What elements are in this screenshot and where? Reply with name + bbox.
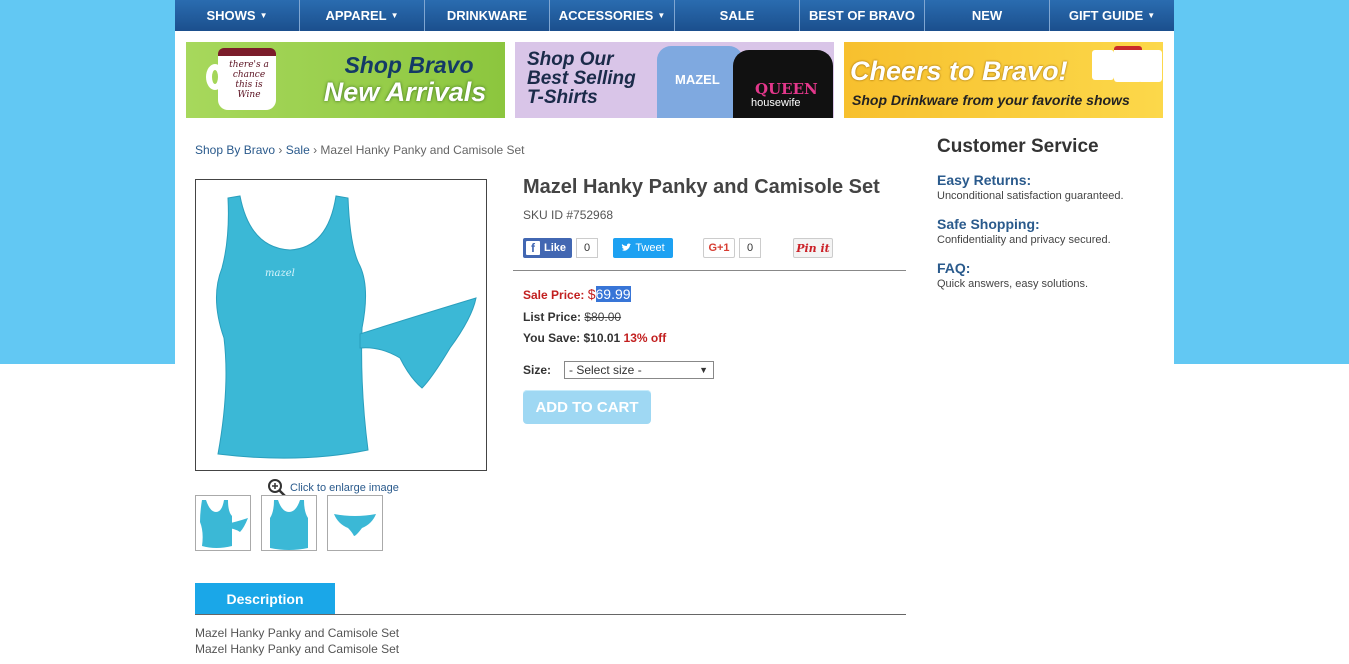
tshirt-image: QUEEN housewife bbox=[733, 50, 833, 118]
size-label: Size: bbox=[523, 363, 552, 377]
nav-label: BEST OF BRAVO bbox=[809, 8, 915, 23]
you-save-percent: 13% off bbox=[623, 331, 667, 345]
chevron-down-icon: ▼ bbox=[657, 11, 666, 20]
main-nav: SHOWS ▼ APPAREL ▼ DRINKWARE ACCESSORIES ▼ S… bbox=[175, 0, 1174, 31]
banner-drinkware[interactable]: Cheers to Bravo! Shop Drinkware from you… bbox=[844, 42, 1163, 118]
easy-returns-link[interactable]: Easy Returns: bbox=[937, 172, 1031, 188]
nav-sale[interactable]: SALE bbox=[675, 0, 800, 31]
divider bbox=[195, 614, 906, 615]
description-text: Mazel Hanky Panky and Camisole Set bbox=[195, 626, 400, 640]
nav-shows[interactable]: SHOWS ▼ bbox=[175, 0, 300, 31]
tweet-label: Tweet bbox=[635, 242, 665, 254]
list-price-label: List Price: bbox=[523, 310, 585, 324]
faq-link[interactable]: FAQ: bbox=[937, 260, 970, 276]
nav-gift-guide[interactable]: GIFT GUIDE ▼ bbox=[1050, 0, 1174, 31]
breadcrumb-current: Mazel Hanky Panky and Camisole Set bbox=[320, 143, 525, 157]
chevron-down-icon: ▼ bbox=[259, 11, 268, 20]
banner-subtitle: Shop Drinkware from your favorite shows bbox=[852, 92, 1130, 108]
nav-best-of-bravo[interactable]: BEST OF BRAVO bbox=[800, 0, 925, 31]
page-container: SHOWS ▼ APPAREL ▼ DRINKWARE ACCESSORIES ▼ S… bbox=[175, 0, 1174, 664]
banner-title: Shop Bravo bbox=[344, 52, 474, 78]
tshirt-text: MAZEL bbox=[675, 72, 720, 87]
tweet-button[interactable]: Tweet bbox=[613, 238, 673, 258]
thong-thumbnail bbox=[334, 514, 376, 536]
tshirt-text: QUEEN bbox=[755, 80, 818, 98]
tshirt-image: MAZEL bbox=[657, 46, 743, 118]
thumbnail-1[interactable] bbox=[195, 495, 251, 551]
you-save-label: You Save: bbox=[523, 331, 584, 345]
you-save-value: $10.01 bbox=[583, 331, 624, 345]
facebook-icon: f bbox=[526, 241, 540, 255]
dropdown-arrow-icon: ▼ bbox=[699, 365, 708, 375]
breadcrumb-separator: › bbox=[309, 143, 321, 157]
pinterest-share: Pin it bbox=[793, 238, 833, 258]
faq-desc: Quick answers, easy solutions. bbox=[937, 278, 1089, 290]
product-sku: SKU ID #752968 bbox=[523, 208, 614, 222]
tshirt-text: housewife bbox=[751, 97, 801, 109]
cup-image bbox=[1092, 50, 1114, 80]
camisole-thumbnail bbox=[270, 500, 308, 550]
sale-price-label: Sale Price: bbox=[523, 288, 588, 302]
google-plus-count: 0 bbox=[739, 238, 761, 258]
nav-new[interactable]: NEW bbox=[925, 0, 1050, 31]
thumbnail-3[interactable] bbox=[327, 495, 383, 551]
thumbnail-2[interactable] bbox=[261, 495, 317, 551]
google-plus-share: G+1 0 bbox=[703, 238, 761, 258]
cup-image bbox=[1138, 50, 1162, 82]
twitter-share: Tweet bbox=[613, 238, 673, 258]
svg-text:mazel: mazel bbox=[265, 268, 295, 279]
safe-shopping-desc: Confidentiality and privacy secured. bbox=[937, 234, 1111, 246]
facebook-like: f Like 0 bbox=[523, 238, 599, 258]
product-main-image[interactable]: mazel bbox=[195, 179, 487, 471]
you-save: You Save: $10.01 13% off bbox=[523, 331, 666, 345]
nav-label: SHOWS bbox=[206, 8, 256, 23]
chevron-down-icon: ▼ bbox=[1147, 11, 1156, 20]
banner-new-arrivals[interactable]: there's a chance this is Wine Shop Bravo… bbox=[186, 42, 505, 118]
mug-handle bbox=[206, 64, 224, 90]
size-select[interactable]: - Select size - ▼ bbox=[564, 361, 714, 379]
facebook-like-button[interactable]: f Like bbox=[523, 238, 573, 258]
safe-shopping-link[interactable]: Safe Shopping: bbox=[937, 216, 1040, 232]
camisole-image: mazel bbox=[215, 195, 477, 459]
banner-title: Shop Our Best Selling T-Shirts bbox=[527, 49, 636, 108]
breadcrumb-separator: › bbox=[275, 143, 286, 157]
list-price: List Price: $80.00 bbox=[523, 310, 621, 324]
facebook-like-count: 0 bbox=[576, 238, 599, 258]
easy-returns-desc: Unconditional satisfaction guaranteed. bbox=[937, 190, 1124, 202]
nav-label: DRINKWARE bbox=[446, 8, 528, 23]
divider bbox=[513, 270, 906, 271]
nav-label: NEW bbox=[971, 8, 1003, 23]
breadcrumb-home[interactable]: Shop By Bravo bbox=[195, 143, 275, 157]
chevron-down-icon: ▼ bbox=[390, 11, 399, 20]
google-plus-button[interactable]: G+1 bbox=[703, 238, 735, 258]
mug-text: there's a chance this is Wine bbox=[229, 60, 269, 100]
banner-title: Cheers to Bravo! bbox=[850, 56, 1068, 86]
nav-label: GIFT GUIDE bbox=[1068, 8, 1144, 23]
sale-price-currency: $ bbox=[587, 286, 596, 302]
add-to-cart-button[interactable]: ADD TO CART bbox=[523, 390, 651, 424]
nav-label: SALE bbox=[719, 8, 755, 23]
camisole-thumbnail bbox=[200, 500, 248, 548]
nav-apparel[interactable]: APPAREL ▼ bbox=[300, 0, 425, 31]
banner-best-selling-tshirts[interactable]: Shop Our Best Selling T-Shirts MAZEL QUE… bbox=[515, 42, 834, 118]
tab-description[interactable]: Description bbox=[195, 583, 335, 614]
breadcrumb-sale[interactable]: Sale bbox=[286, 143, 310, 157]
nav-label: APPAREL bbox=[325, 8, 387, 23]
banner-subtitle: New Arrivals bbox=[323, 77, 487, 107]
enlarge-label: Click to enlarge image bbox=[290, 481, 399, 494]
breadcrumb: Shop By Bravo › Sale › Mazel Hanky Panky… bbox=[195, 143, 525, 157]
product-title: Mazel Hanky Panky and Camisole Set bbox=[523, 176, 880, 198]
description-text: Mazel Hanky Panky and Camisole Set bbox=[195, 642, 400, 656]
customer-service-title: Customer Service bbox=[937, 136, 1099, 157]
sale-price: Sale Price: $69.99 bbox=[523, 286, 631, 302]
nav-accessories[interactable]: ACCESSORIES ▼ bbox=[550, 0, 675, 31]
size-selected-value: - Select size - bbox=[569, 363, 642, 377]
twitter-icon bbox=[622, 243, 632, 251]
nav-drinkware[interactable]: DRINKWARE bbox=[425, 0, 550, 31]
list-price-value: $80.00 bbox=[584, 310, 622, 324]
facebook-like-label: Like bbox=[544, 242, 567, 254]
nav-label: ACCESSORIES bbox=[558, 8, 654, 23]
pin-it-button[interactable]: Pin it bbox=[793, 238, 833, 258]
sale-price-value: 69.99 bbox=[595, 286, 631, 302]
